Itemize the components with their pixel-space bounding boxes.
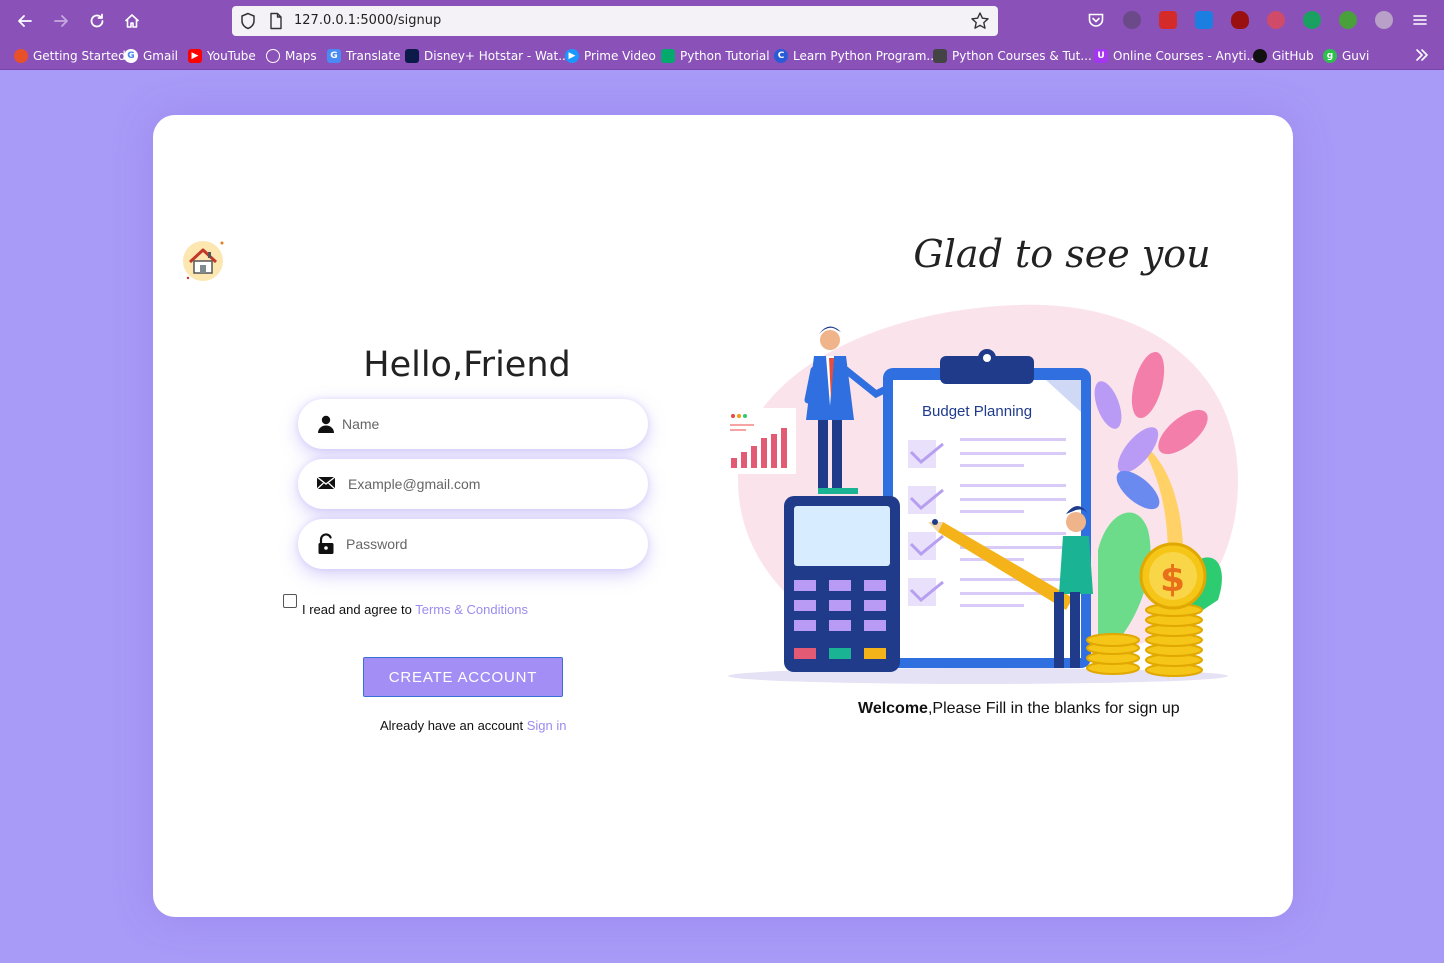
signin-link[interactable]: Sign in — [527, 718, 567, 733]
bookmark-label: Python Courses & Tut... — [952, 49, 1092, 63]
terms-text: I read and agree to Terms & Conditions — [302, 602, 528, 617]
name-input[interactable] — [342, 409, 622, 439]
welcome-message: Welcome,Please Fill in the blanks for si… — [858, 700, 1180, 718]
terms-link[interactable]: Terms & Conditions — [415, 602, 528, 617]
youtube-icon: ▶ — [188, 49, 202, 63]
google-icon: G — [124, 49, 138, 63]
email-field[interactable] — [298, 459, 648, 509]
hero-title: Glad to see you — [913, 232, 1211, 276]
svg-text:$: $ — [1160, 559, 1185, 600]
courses-icon — [933, 49, 947, 63]
bookmark-item[interactable]: Maps — [266, 48, 317, 64]
w3schools-icon — [661, 49, 675, 63]
user-icon — [316, 414, 336, 434]
extension-grey-icon[interactable] — [1375, 11, 1393, 29]
signin-row: Already have an account Sign in — [380, 718, 566, 733]
programiz-icon: C — [774, 49, 788, 63]
bookmark-star-icon[interactable] — [970, 11, 990, 36]
bookmark-item[interactable]: GitHub — [1253, 48, 1314, 64]
bookmark-item[interactable]: Disney+ Hotstar - Wat... — [405, 48, 570, 64]
bookmark-item[interactable]: G Translate — [327, 48, 401, 64]
bookmark-item[interactable]: ▶ YouTube — [188, 48, 256, 64]
globe-icon — [266, 49, 280, 63]
bookmark-item[interactable]: Python Tutorial — [661, 48, 770, 64]
ublock-icon[interactable] — [1231, 11, 1249, 29]
bookmark-label: Disney+ Hotstar - Wat... — [424, 49, 570, 63]
bookmark-label: Maps — [285, 49, 317, 63]
terms-prefix: I read and agree to — [302, 602, 416, 617]
firefox-icon — [14, 49, 28, 63]
forward-icon[interactable] — [49, 9, 73, 33]
bookmarks-bar: Getting Started G Gmail ▶ YouTube Maps G Tr… — [0, 42, 1444, 70]
welcome-bold: Welcome — [858, 700, 928, 717]
bookmark-item[interactable]: Getting Started — [14, 48, 126, 64]
extension-s-icon[interactable] — [1195, 11, 1213, 29]
bookmark-item[interactable]: g Guvi — [1323, 48, 1369, 64]
url-text[interactable]: 127.0.0.1:5000/signup — [294, 13, 441, 28]
terms-checkbox[interactable] — [283, 594, 297, 608]
terms-row: I read and agree to Terms & Conditions — [283, 594, 583, 618]
extension-leaf-icon[interactable] — [1339, 11, 1357, 29]
back-icon[interactable] — [13, 9, 37, 33]
envelope-icon — [316, 475, 336, 495]
name-field[interactable] — [298, 399, 648, 449]
address-bar[interactable]: 127.0.0.1:5000/signup — [232, 6, 998, 36]
bookmark-label: Getting Started — [33, 49, 126, 63]
bookmark-label: Online Courses - Anyti... — [1113, 49, 1259, 63]
home-icon[interactable] — [120, 9, 144, 33]
unlock-icon — [316, 533, 336, 554]
bookmark-label: Python Tutorial — [680, 49, 770, 63]
bookmarks-overflow-icon[interactable] — [1414, 47, 1430, 68]
password-input[interactable] — [346, 529, 626, 559]
illustration-label: Budget Planning — [922, 403, 1032, 420]
bookmark-label: Guvi — [1342, 49, 1370, 63]
bookmark-label: Translate — [346, 49, 401, 63]
bookmark-item[interactable]: C Learn Python Program... — [774, 48, 938, 64]
signin-prefix: Already have an account — [380, 718, 527, 733]
bookmark-label: YouTube — [207, 49, 256, 63]
extension-red-icon[interactable] — [1159, 11, 1177, 29]
prime-video-icon: ▶ — [565, 49, 579, 63]
home-logo-icon[interactable] — [180, 238, 226, 284]
menu-icon[interactable] — [1411, 11, 1429, 29]
bookmark-item[interactable]: G Gmail — [124, 48, 178, 64]
form-heading: Hello,Friend — [363, 345, 571, 385]
email-input[interactable] — [348, 469, 628, 499]
github-icon — [1253, 49, 1267, 63]
bookmark-item[interactable]: ▶ Prime Video — [565, 48, 656, 64]
page-info-icon[interactable] — [269, 12, 283, 35]
extension-pink-icon[interactable] — [1267, 11, 1285, 29]
bookmark-label: Gmail — [143, 49, 179, 63]
bookmark-item[interactable]: Python Courses & Tut... — [933, 48, 1092, 64]
browser-toolbar: 127.0.0.1:5000/signup — [0, 0, 1444, 42]
translate-icon: G — [327, 49, 341, 63]
create-account-button[interactable]: CREATE ACCOUNT — [363, 657, 563, 697]
bookmark-label: Learn Python Program... — [793, 49, 938, 63]
bookmark-item[interactable]: U Online Courses - Anyti... — [1094, 48, 1258, 64]
reload-icon[interactable] — [85, 9, 109, 33]
guvi-icon: g — [1323, 49, 1337, 63]
extension-globe-icon[interactable] — [1123, 11, 1141, 29]
hotstar-icon — [405, 49, 419, 63]
password-field[interactable] — [298, 519, 648, 569]
welcome-rest: ,Please Fill in the blanks for sign up — [927, 700, 1180, 717]
bookmark-label: Prime Video — [584, 49, 656, 63]
bookmark-label: GitHub — [1272, 49, 1314, 63]
budget-planning-illustration: Budget Planning $ — [718, 300, 1242, 690]
extension-green-shield-icon[interactable] — [1303, 11, 1321, 29]
udemy-icon: U — [1094, 49, 1108, 63]
pocket-icon[interactable] — [1087, 11, 1105, 29]
tracking-shield-icon[interactable] — [240, 12, 256, 35]
